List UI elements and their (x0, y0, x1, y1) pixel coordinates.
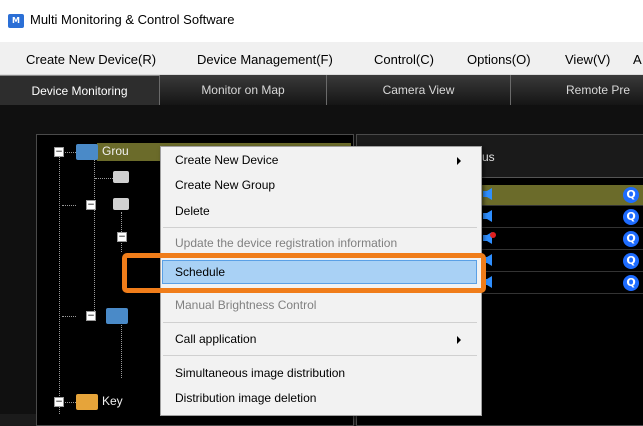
title-bar: M Multi Monitoring & Control Software (0, 0, 643, 42)
search-icon[interactable]: Q (623, 187, 639, 203)
menu-control[interactable]: Control(C) (374, 52, 434, 67)
menu-view[interactable]: View(V) (565, 52, 610, 67)
tree-line (62, 152, 76, 153)
menu-bar: Create New Device(R) Device Management(F… (0, 42, 643, 75)
menu-options[interactable]: Options(O) (467, 52, 531, 67)
app-icon: M (8, 14, 24, 28)
folder-icon (76, 394, 98, 410)
menu-separator (163, 227, 477, 228)
speaker-icon (483, 188, 492, 200)
tree-collapse-toggle[interactable]: − (54, 147, 64, 157)
menu-item-manual-brightness: Manual Brightness Control (175, 298, 317, 312)
callout-highlight-box (122, 253, 486, 293)
speaker-icon (483, 210, 492, 222)
menu-item-delete[interactable]: Delete (175, 204, 210, 218)
tree-collapse-toggle[interactable]: − (117, 232, 127, 242)
tree-collapse-toggle[interactable]: − (86, 200, 96, 210)
window-title: Multi Monitoring & Control Software (30, 12, 235, 27)
menu-item-create-new-group[interactable]: Create New Group (175, 178, 275, 192)
menu-separator (163, 355, 477, 356)
tree-line (62, 316, 76, 317)
tree-line (59, 156, 60, 414)
tab-camera-view[interactable]: Camera View (327, 75, 511, 105)
submenu-arrow-icon (457, 336, 461, 344)
tree-line (62, 402, 76, 403)
menu-item-simultaneous-distribution[interactable]: Simultaneous image distribution (175, 366, 345, 380)
menu-create-new-device[interactable]: Create New Device(R) (26, 52, 156, 67)
folder-icon (76, 144, 98, 160)
menu-device-management[interactable]: Device Management(F) (197, 52, 333, 67)
search-icon[interactable]: Q (623, 231, 639, 247)
search-icon[interactable]: Q (623, 253, 639, 269)
tree-group-label[interactable]: Grou (102, 144, 129, 158)
status-column-header[interactable]: us (482, 150, 495, 164)
menu-item-update-registration: Update the device registration informati… (175, 236, 398, 250)
tree-collapse-toggle[interactable]: − (54, 397, 64, 407)
tree-line (94, 160, 95, 315)
menu-item-create-new-device[interactable]: Create New Device (175, 153, 278, 167)
tree-line (62, 205, 76, 206)
search-icon[interactable]: Q (623, 275, 639, 291)
tree-collapse-toggle[interactable]: − (86, 311, 96, 321)
folder-icon (106, 308, 128, 324)
tab-device-monitoring[interactable]: Device Monitoring (0, 75, 160, 105)
tree-line (121, 318, 122, 378)
menu-item-distribution-deletion[interactable]: Distribution image deletion (175, 391, 316, 405)
menu-item-call-application[interactable]: Call application (175, 332, 256, 346)
tab-monitor-on-map[interactable]: Monitor on Map (160, 75, 327, 105)
tab-remote-preview[interactable]: Remote Pre (511, 75, 643, 105)
submenu-arrow-icon (457, 157, 461, 165)
device-icon (113, 171, 129, 183)
tab-bar: Device Monitoring Monitor on Map Camera … (0, 75, 643, 105)
search-icon[interactable]: Q (623, 209, 639, 225)
menu-separator (163, 322, 477, 323)
speaker-muted-icon (483, 232, 496, 244)
tree-keyword-label[interactable]: Key (102, 394, 123, 408)
device-icon (113, 198, 129, 210)
menu-truncated[interactable]: A (633, 52, 642, 67)
tree-line (95, 178, 113, 179)
